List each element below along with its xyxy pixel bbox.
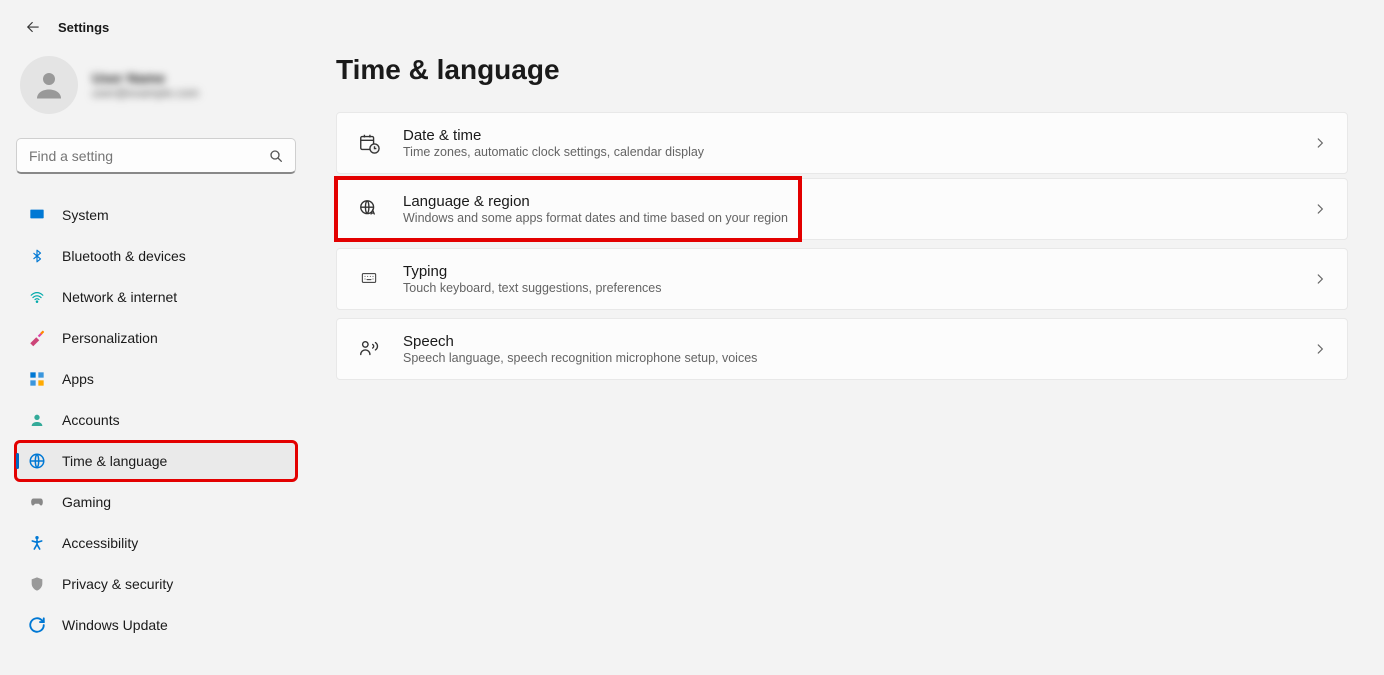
chevron-right-icon bbox=[1313, 136, 1327, 150]
nav-label: Personalization bbox=[62, 330, 158, 346]
nav-item-network[interactable]: Network & internet bbox=[16, 278, 296, 316]
app-title: Settings bbox=[58, 20, 109, 35]
accessibility-icon bbox=[28, 534, 46, 552]
nav-label: Bluetooth & devices bbox=[62, 248, 186, 264]
card-date-time[interactable]: Date & time Time zones, automatic clock … bbox=[336, 112, 1348, 174]
nav-label: System bbox=[62, 207, 109, 223]
calendar-clock-icon bbox=[357, 131, 381, 155]
page-title: Time & language bbox=[336, 54, 1348, 86]
nav-item-apps[interactable]: Apps bbox=[16, 360, 296, 398]
network-icon bbox=[28, 288, 46, 306]
nav-item-accounts[interactable]: Accounts bbox=[16, 401, 296, 439]
privacy-icon bbox=[28, 575, 46, 593]
person-icon bbox=[31, 67, 67, 103]
user-name: User Name bbox=[92, 70, 199, 86]
card-language-region[interactable]: Language & region Windows and some apps … bbox=[336, 178, 1348, 240]
apps-icon bbox=[28, 370, 46, 388]
update-icon bbox=[28, 616, 46, 634]
arrow-left-icon bbox=[24, 18, 42, 36]
system-icon bbox=[28, 206, 46, 224]
back-button[interactable] bbox=[24, 18, 42, 36]
speech-icon bbox=[357, 337, 381, 361]
sidebar: User Name user@example.com System Blueto… bbox=[16, 48, 316, 647]
personalization-icon bbox=[28, 329, 46, 347]
chevron-right-icon bbox=[1313, 202, 1327, 216]
nav-label: Gaming bbox=[62, 494, 111, 510]
window-header: Settings bbox=[0, 0, 1384, 48]
chevron-right-icon bbox=[1313, 342, 1327, 356]
nav-label: Accounts bbox=[62, 412, 120, 428]
search-input[interactable] bbox=[16, 138, 296, 174]
card-body: Language & region Windows and some apps … bbox=[403, 193, 1313, 225]
chevron-right-icon bbox=[1313, 272, 1327, 286]
nav-item-personalization[interactable]: Personalization bbox=[16, 319, 296, 357]
card-body: Typing Touch keyboard, text suggestions,… bbox=[403, 263, 1313, 295]
card-subtitle: Speech language, speech recognition micr… bbox=[403, 351, 1313, 365]
card-subtitle: Touch keyboard, text suggestions, prefer… bbox=[403, 281, 1313, 295]
nav-item-bluetooth[interactable]: Bluetooth & devices bbox=[16, 237, 296, 275]
card-typing[interactable]: Typing Touch keyboard, text suggestions,… bbox=[336, 248, 1348, 310]
avatar bbox=[20, 56, 78, 114]
card-title: Language & region bbox=[403, 193, 1313, 210]
card-title: Typing bbox=[403, 263, 1313, 280]
globe-language-icon bbox=[357, 197, 381, 221]
card-speech[interactable]: Speech Speech language, speech recogniti… bbox=[336, 318, 1348, 380]
card-subtitle: Windows and some apps format dates and t… bbox=[403, 211, 1313, 225]
time-language-icon bbox=[28, 452, 46, 470]
search-wrap bbox=[16, 138, 296, 174]
card-title: Date & time bbox=[403, 127, 1313, 144]
nav-label: Windows Update bbox=[62, 617, 168, 633]
bluetooth-icon bbox=[28, 247, 46, 265]
user-block[interactable]: User Name user@example.com bbox=[16, 48, 296, 138]
nav-item-windows-update[interactable]: Windows Update bbox=[16, 606, 296, 644]
user-email: user@example.com bbox=[92, 86, 199, 100]
main-content: Time & language Date & time Time zones, … bbox=[316, 48, 1368, 647]
nav-item-accessibility[interactable]: Accessibility bbox=[16, 524, 296, 562]
accounts-icon bbox=[28, 411, 46, 429]
card-title: Speech bbox=[403, 333, 1313, 350]
card-body: Date & time Time zones, automatic clock … bbox=[403, 127, 1313, 159]
nav-item-privacy[interactable]: Privacy & security bbox=[16, 565, 296, 603]
nav-label: Network & internet bbox=[62, 289, 177, 305]
card-subtitle: Time zones, automatic clock settings, ca… bbox=[403, 145, 1313, 159]
gaming-icon bbox=[28, 493, 46, 511]
nav-item-time-language[interactable]: Time & language bbox=[16, 442, 296, 480]
nav-label: Privacy & security bbox=[62, 576, 173, 592]
nav-item-gaming[interactable]: Gaming bbox=[16, 483, 296, 521]
nav-list: System Bluetooth & devices Network & int… bbox=[16, 196, 296, 644]
nav-label: Accessibility bbox=[62, 535, 138, 551]
user-text: User Name user@example.com bbox=[92, 70, 199, 100]
nav-label: Apps bbox=[62, 371, 94, 387]
nav-label: Time & language bbox=[62, 453, 167, 469]
keyboard-icon bbox=[357, 267, 381, 291]
nav-item-system[interactable]: System bbox=[16, 196, 296, 234]
card-body: Speech Speech language, speech recogniti… bbox=[403, 333, 1313, 365]
